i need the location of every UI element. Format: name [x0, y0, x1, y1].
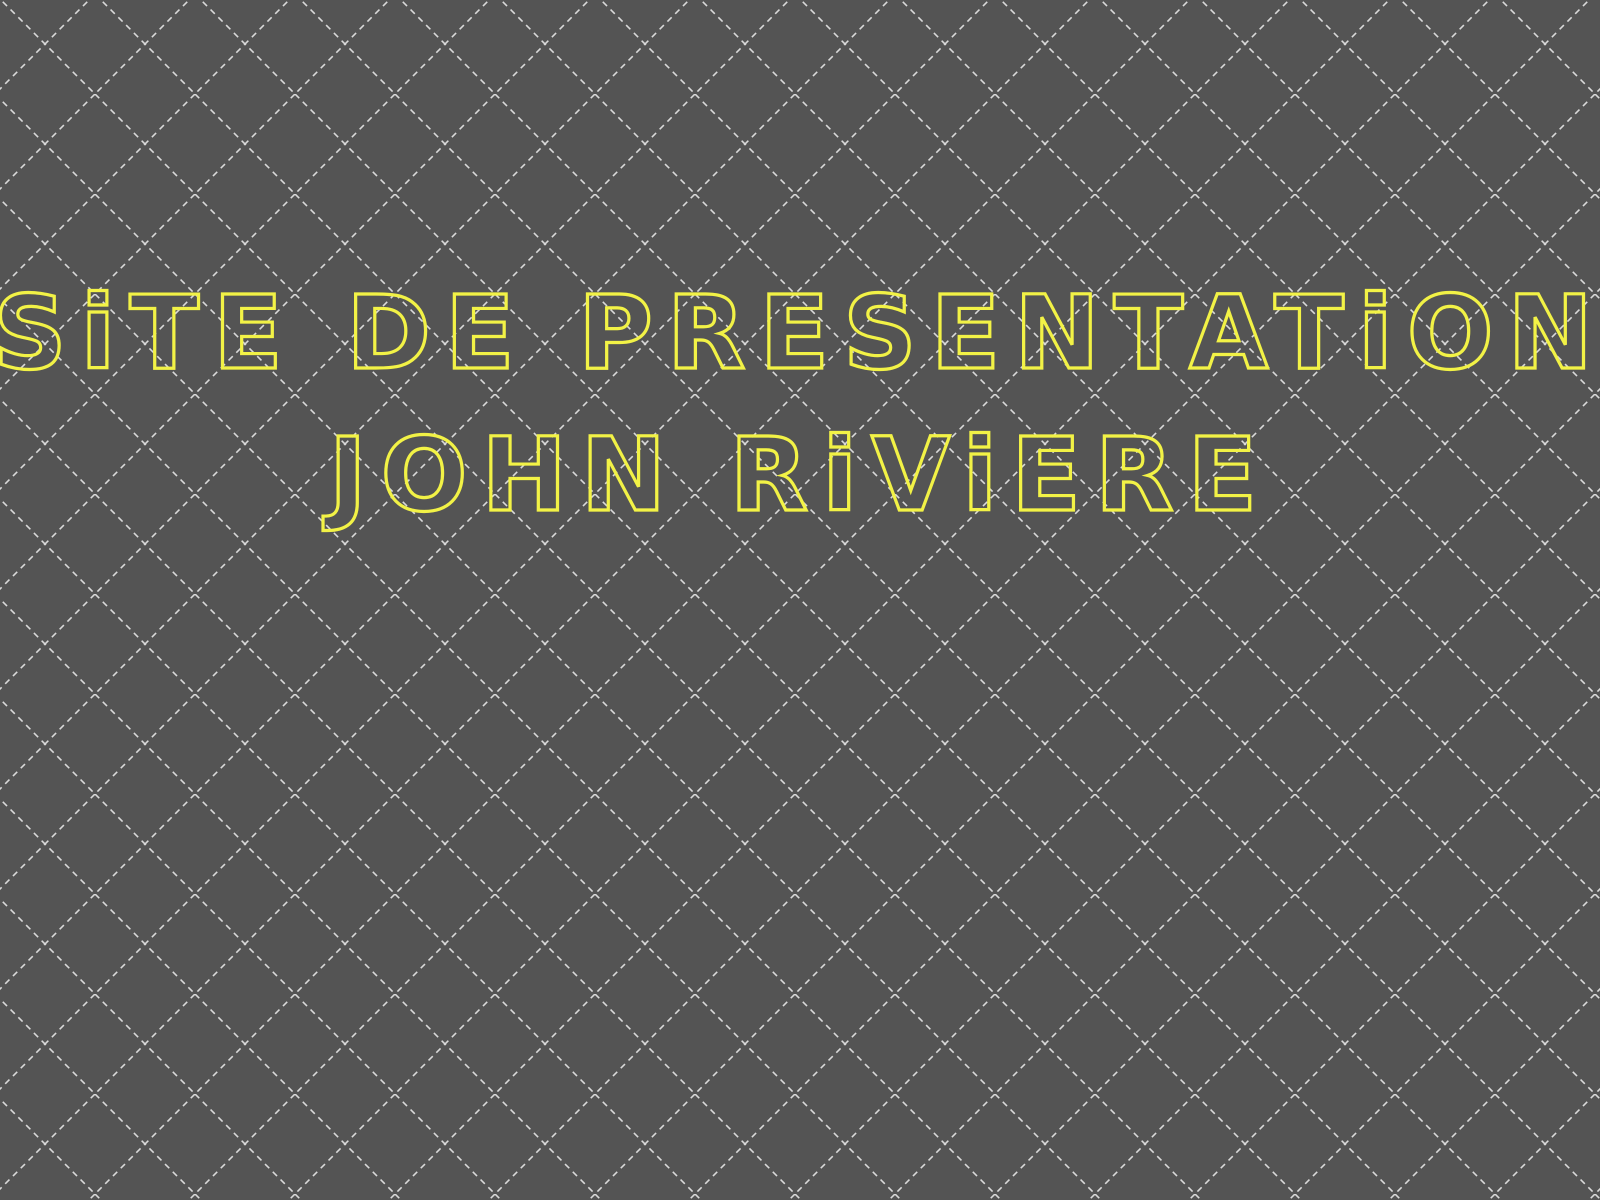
title-outline-text: SiTE DE PRESENTATiON JOHN RiViERE — [0, 272, 1600, 536]
title-block: SiTE DE PRESENTATiON JOHN RiViERE — [0, 262, 1600, 542]
slide-canvas: SiTE DE PRESENTATiON JOHN RiViERE — [0, 0, 1600, 1200]
title-line-2: JOHN RiViERE — [323, 416, 1271, 535]
title-line-1: SiTE DE PRESENTATiON — [0, 274, 1600, 393]
diamond-dashed-pattern — [0, 0, 1600, 1200]
